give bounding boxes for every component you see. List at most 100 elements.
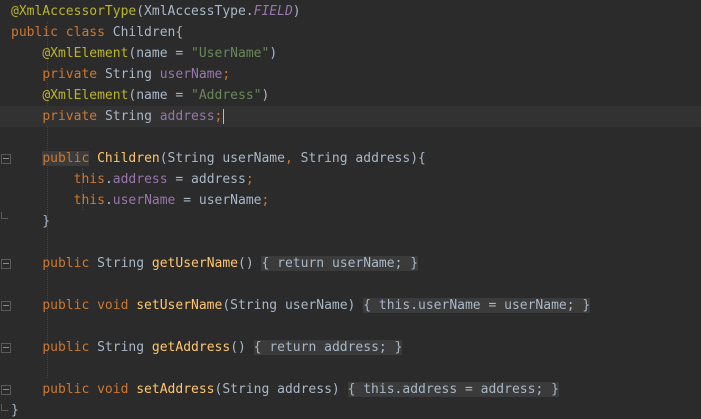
fold-marker-icon[interactable]	[1, 259, 11, 269]
code-line-text: private String userName;	[11, 64, 230, 85]
code-token: )	[269, 46, 278, 61]
code-line[interactable]: private String address;	[0, 106, 701, 127]
code-token: @XmlAccessorType	[11, 4, 137, 19]
code-token: "Address"	[191, 88, 262, 103]
code-line[interactable]: }	[0, 211, 701, 232]
code-line-text: public Children(String userName, String …	[11, 148, 426, 169]
fold-marker-icon[interactable]	[1, 385, 11, 395]
code-line[interactable]: this.address = address;	[0, 169, 701, 190]
code-token: public	[42, 340, 98, 355]
code-line-text: }	[11, 400, 19, 419]
code-token: ()	[230, 340, 254, 355]
code-token: = userName	[480, 298, 567, 313]
code-token: {	[261, 256, 278, 271]
code-token: address	[402, 382, 458, 397]
code-line-text: @XmlElement(name = "Address")	[11, 85, 269, 106]
code-line-text: this.userName = userName;	[11, 190, 270, 211]
code-token: setUserName	[136, 298, 223, 313]
code-line-text: private String address;	[11, 106, 225, 127]
code-token: {	[363, 298, 379, 313]
code-token: String	[97, 256, 152, 271]
code-token: }	[386, 340, 403, 355]
code-line[interactable]	[0, 232, 701, 253]
code-line-text: this.address = address;	[11, 169, 254, 190]
code-token: userName	[418, 298, 481, 313]
code-token: private	[42, 109, 105, 124]
fold-marker-icon[interactable]	[1, 154, 11, 164]
code-token: this	[73, 172, 105, 187]
code-line[interactable]: public void setUserName(String userName)…	[0, 295, 701, 316]
code-token: Children{	[112, 25, 184, 40]
code-line[interactable]	[0, 274, 701, 295]
code-token: private	[42, 67, 105, 82]
code-token: ;	[378, 340, 387, 355]
code-line-text: @XmlAccessorType(XmlAccessType.FIELD)	[11, 1, 301, 22]
code-token: }	[574, 298, 591, 313]
code-token: String	[97, 340, 152, 355]
code-token: }	[402, 256, 419, 271]
code-token: FIELD	[253, 4, 293, 19]
code-line[interactable]	[0, 316, 701, 337]
code-line-text: @XmlElement(name = "UserName")	[11, 43, 277, 64]
code-line[interactable]: @XmlElement(name = "UserName")	[0, 43, 701, 64]
code-token: )	[292, 4, 301, 19]
code-token: String address){	[300, 151, 426, 166]
code-token: "UserName"	[191, 46, 270, 61]
code-token: return	[277, 256, 332, 271]
code-line[interactable]: this.userName = userName;	[0, 190, 701, 211]
code-token: }	[543, 382, 559, 397]
code-line[interactable]: public class Children{	[0, 22, 701, 43]
code-token: public class	[11, 25, 113, 40]
fold-end-marker-icon[interactable]	[1, 212, 8, 219]
code-token: .	[410, 298, 419, 313]
code-line[interactable]: private String userName;	[0, 64, 701, 85]
text-caret	[223, 109, 225, 124]
code-token: getAddress	[151, 340, 231, 355]
code-line[interactable]: @XmlAccessorType(XmlAccessType.FIELD)	[0, 1, 701, 22]
code-token: (String userName)	[222, 298, 364, 313]
code-token: }	[11, 403, 19, 418]
code-token: @XmlElement	[42, 46, 129, 61]
code-line[interactable]: public String getUserName() { return use…	[0, 253, 701, 274]
code-token: = address	[457, 382, 536, 397]
code-token: ()	[238, 256, 262, 271]
code-line-text: }	[11, 211, 50, 232]
code-token: (XmlAccessType.	[136, 4, 254, 19]
code-token: ,	[284, 151, 301, 166]
code-line-text: public void setUserName(String userName)…	[11, 295, 591, 316]
code-line-text: public String getAddress() { return addr…	[11, 337, 403, 358]
code-token: public void	[42, 298, 137, 313]
code-line-text: public class Children{	[11, 22, 183, 43]
code-line[interactable]: public void setAddress(String address) {…	[0, 379, 701, 400]
code-token: address	[159, 109, 215, 124]
code-token: setAddress	[136, 382, 215, 397]
code-token: address	[324, 340, 379, 355]
code-token: return	[269, 340, 325, 355]
code-token: ;	[222, 67, 231, 82]
code-token: ;	[245, 172, 254, 187]
code-line[interactable]: @XmlElement(name = "Address")	[0, 85, 701, 106]
code-line[interactable]: public String getAddress() { return addr…	[0, 337, 701, 358]
code-line[interactable]: }	[0, 400, 701, 419]
code-line[interactable]	[0, 127, 701, 148]
fold-marker-icon[interactable]	[1, 301, 11, 311]
code-token: this	[73, 193, 105, 208]
code-token: .	[104, 193, 113, 208]
code-token: userName	[112, 193, 176, 208]
code-token: ;	[261, 193, 270, 208]
code-token: userName	[159, 67, 223, 82]
code-line[interactable]	[0, 358, 701, 379]
code-line[interactable]: public Children(String userName, String …	[0, 148, 701, 169]
code-token: public void	[42, 382, 137, 397]
fold-marker-icon[interactable]	[1, 343, 11, 353]
code-editor[interactable]: @XmlAccessorType(XmlAccessType.FIELD) pub…	[0, 0, 701, 419]
fold-end-marker-icon[interactable]	[1, 404, 8, 411]
code-token: (name =	[128, 46, 192, 61]
